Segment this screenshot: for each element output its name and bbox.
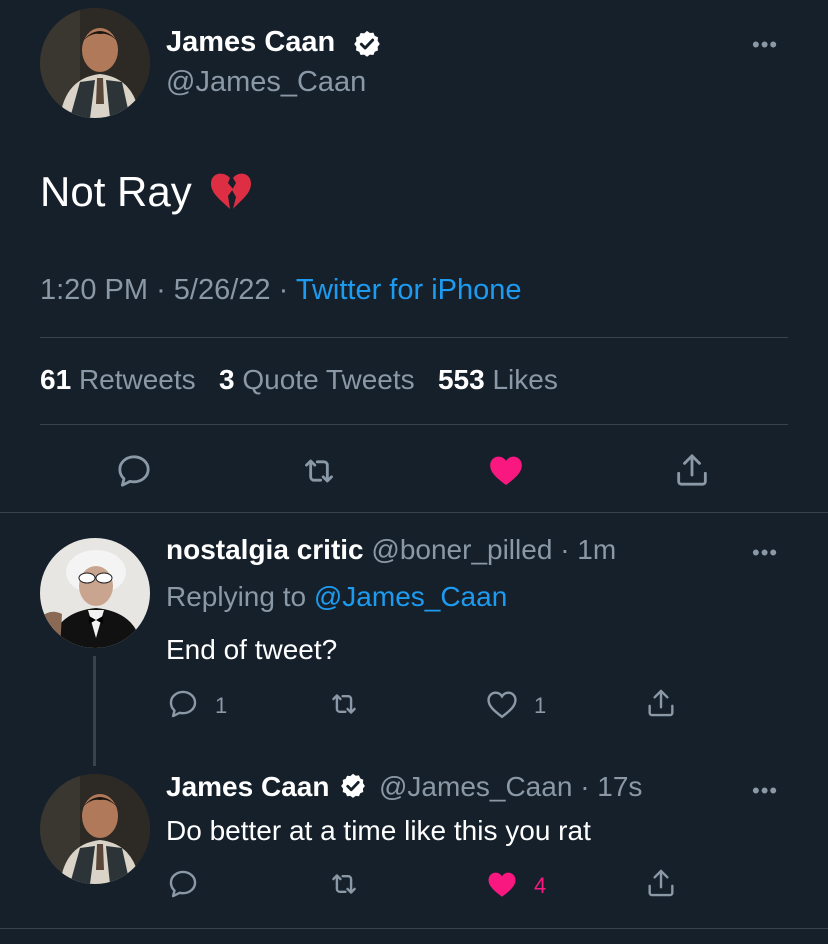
more-options-icon[interactable]: ••• — [752, 542, 778, 564]
quotes-stat[interactable]: 3 Quote Tweets — [219, 364, 422, 395]
reply-header: James Caan @James_Caan · 17s — [166, 771, 642, 803]
reply-icon[interactable] — [166, 867, 200, 901]
reply-icon[interactable] — [166, 687, 200, 721]
verified-badge-icon — [352, 29, 382, 59]
likes-count: 553 — [437, 364, 485, 395]
author-avatar[interactable] — [40, 8, 150, 118]
tweet-time[interactable]: 1:20 PM — [40, 274, 148, 306]
retweet-icon[interactable] — [298, 451, 340, 491]
retweets-label: Retweets — [78, 364, 196, 395]
reply-count: 1 — [215, 693, 228, 718]
reply-header: nostalgia critic @boner_pilled · 1m — [166, 534, 616, 566]
broken-heart-emoji — [209, 172, 253, 212]
like-count: 1 — [534, 693, 547, 718]
reply-author-handle[interactable]: @boner_pilled — [371, 534, 552, 565]
meta-separator: · — [156, 274, 166, 306]
tweet-date[interactable]: 5/26/22 — [174, 274, 271, 306]
share-icon[interactable] — [644, 866, 678, 900]
like-icon[interactable] — [484, 687, 520, 721]
reply-time[interactable]: · 1m — [560, 534, 616, 565]
replying-to-handle[interactable]: @James_Caan — [314, 581, 507, 612]
reply-text: End of tweet? — [166, 634, 338, 665]
likes-stat[interactable]: 553 Likes — [438, 364, 558, 395]
reply-text: Do better at a time like this you rat — [166, 815, 591, 846]
tweet-source[interactable]: Twitter for iPhone — [296, 274, 522, 306]
more-options-icon[interactable]: ••• — [752, 34, 778, 56]
like-icon[interactable] — [484, 867, 520, 901]
author-name[interactable]: James Caan — [166, 26, 335, 59]
retweets-stat[interactable]: 61 Retweets — [40, 364, 203, 395]
reply-time[interactable]: · 17s — [580, 771, 642, 802]
author-handle[interactable]: @James_Caan — [166, 66, 366, 99]
quotes-label: Quote Tweets — [242, 364, 415, 395]
reply-author-handle[interactable]: @James_Caan — [379, 771, 572, 802]
share-icon[interactable] — [644, 686, 678, 720]
likes-label: Likes — [492, 364, 558, 395]
replying-to: Replying to @James_Caan — [166, 581, 507, 613]
like-count: 4 — [534, 873, 547, 898]
retweet-icon[interactable] — [326, 687, 362, 721]
reply-avatar[interactable] — [40, 774, 150, 884]
like-icon[interactable] — [485, 450, 527, 490]
divider — [40, 424, 788, 425]
reply-author-name[interactable]: James Caan — [166, 771, 329, 802]
more-options-icon[interactable]: ••• — [752, 780, 778, 802]
tweet-text-body: Not Ray — [40, 168, 192, 215]
share-icon[interactable] — [672, 450, 712, 490]
quotes-count: 3 — [219, 364, 235, 395]
thread-line — [93, 656, 96, 766]
reply-author-name[interactable]: nostalgia critic — [166, 534, 364, 565]
reply-icon[interactable] — [114, 451, 154, 491]
retweet-icon[interactable] — [326, 867, 362, 901]
verified-badge-icon — [339, 772, 367, 800]
divider — [0, 928, 828, 929]
meta-separator: · — [278, 274, 289, 306]
tweet-text: Not Ray — [40, 168, 253, 216]
replying-to-label: Replying to — [166, 581, 307, 612]
retweets-count: 61 — [40, 364, 72, 395]
tweet-stats: 61 Retweets 3 Quote Tweets 553 Likes — [40, 364, 558, 396]
divider — [0, 512, 828, 513]
reply-avatar[interactable] — [40, 538, 150, 648]
divider — [40, 337, 788, 338]
tweet-meta: 1:20 PM · 5/26/22 · Twitter for iPhone — [40, 274, 522, 307]
